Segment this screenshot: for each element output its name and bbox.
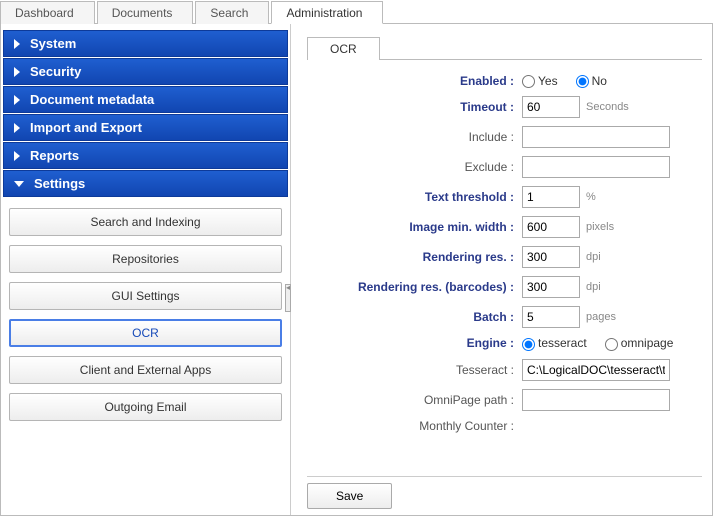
main-panel: OCR Enabled : Yes No Timeout : Seconds I… xyxy=(291,24,712,515)
engine-radio-group: tesseract omnipage xyxy=(522,336,685,350)
label-engine: Engine : xyxy=(307,336,522,350)
label-rendering-res-barcodes: Rendering res. (barcodes) : xyxy=(307,280,522,294)
label-text-threshold: Text threshold : xyxy=(307,190,522,204)
label-batch: Batch : xyxy=(307,310,522,324)
tab-dashboard[interactable]: Dashboard xyxy=(0,1,95,24)
chevron-right-icon xyxy=(14,39,20,49)
label-monthly-counter: Monthly Counter : xyxy=(307,419,522,433)
chevron-right-icon xyxy=(14,123,20,133)
rendering-res-barcodes-input[interactable] xyxy=(522,276,580,298)
save-area: Save xyxy=(307,476,702,509)
sidebar-item-ocr[interactable]: OCR xyxy=(9,319,282,347)
rendering-res-input[interactable] xyxy=(522,246,580,268)
chevron-down-icon xyxy=(14,181,24,187)
inner-tab-bar: OCR xyxy=(307,36,702,60)
unit-percent: % xyxy=(586,191,596,203)
sidebar-section-label: Import and Export xyxy=(30,120,142,135)
sidebar-section-label: System xyxy=(30,36,76,51)
label-omnipage-path: OmniPage path : xyxy=(307,393,522,407)
unit-seconds: Seconds xyxy=(586,101,629,113)
sidebar-section-system[interactable]: System xyxy=(3,30,288,57)
label-exclude: Exclude : xyxy=(307,160,522,174)
unit-dpi: dpi xyxy=(586,251,601,263)
top-tab-bar: Dashboard Documents Search Administratio… xyxy=(0,0,713,24)
label-rendering-res: Rendering res. : xyxy=(307,250,522,264)
label-enabled: Enabled : xyxy=(307,74,522,88)
chevron-right-icon xyxy=(14,67,20,77)
radio-engine-omnipage[interactable]: omnipage xyxy=(605,336,674,350)
sidebar-section-settings[interactable]: Settings xyxy=(3,170,288,197)
sidebar-item-search-indexing[interactable]: Search and Indexing xyxy=(9,208,282,236)
radio-enabled-no[interactable]: No xyxy=(576,74,607,88)
sidebar-item-repositories[interactable]: Repositories xyxy=(9,245,282,273)
omnipage-path-input[interactable] xyxy=(522,389,670,411)
sidebar-section-document-metadata[interactable]: Document metadata xyxy=(3,86,288,113)
tab-documents[interactable]: Documents xyxy=(97,1,194,24)
text-threshold-input[interactable] xyxy=(522,186,580,208)
image-min-width-input[interactable] xyxy=(522,216,580,238)
tab-administration[interactable]: Administration xyxy=(271,1,383,24)
sidebar-section-import-export[interactable]: Import and Export xyxy=(3,114,288,141)
sidebar-section-reports[interactable]: Reports xyxy=(3,142,288,169)
sidebar-section-label: Settings xyxy=(34,176,85,191)
settings-submenu: Search and Indexing Repositories GUI Set… xyxy=(3,198,288,436)
unit-pages: pages xyxy=(586,311,616,323)
unit-pixels: pixels xyxy=(586,221,614,233)
batch-input[interactable] xyxy=(522,306,580,328)
enabled-radio-group: Yes No xyxy=(522,74,619,88)
sidebar-item-gui-settings[interactable]: GUI Settings xyxy=(9,282,282,310)
sidebar: System Security Document metadata Import… xyxy=(1,24,291,515)
inner-tab-ocr[interactable]: OCR xyxy=(307,37,380,60)
sidebar-section-label: Document metadata xyxy=(30,92,154,107)
content-area: System Security Document metadata Import… xyxy=(0,24,713,516)
sidebar-section-security[interactable]: Security xyxy=(3,58,288,85)
label-timeout: Timeout : xyxy=(307,100,522,114)
save-button[interactable]: Save xyxy=(307,483,392,509)
label-include: Include : xyxy=(307,130,522,144)
unit-dpi-2: dpi xyxy=(586,281,601,293)
label-image-min-width: Image min. width : xyxy=(307,220,522,234)
sidebar-item-outgoing-email[interactable]: Outgoing Email xyxy=(9,393,282,421)
label-tesseract: Tesseract : xyxy=(307,363,522,377)
radio-engine-tesseract[interactable]: tesseract xyxy=(522,336,587,350)
radio-enabled-yes[interactable]: Yes xyxy=(522,74,558,88)
sidebar-section-label: Security xyxy=(30,64,81,79)
tab-search[interactable]: Search xyxy=(195,1,269,24)
chevron-right-icon xyxy=(14,95,20,105)
chevron-right-icon xyxy=(14,151,20,161)
sidebar-item-client-external[interactable]: Client and External Apps xyxy=(9,356,282,384)
timeout-input[interactable] xyxy=(522,96,580,118)
tesseract-input[interactable] xyxy=(522,359,670,381)
include-input[interactable] xyxy=(522,126,670,148)
exclude-input[interactable] xyxy=(522,156,670,178)
sidebar-section-label: Reports xyxy=(30,148,79,163)
